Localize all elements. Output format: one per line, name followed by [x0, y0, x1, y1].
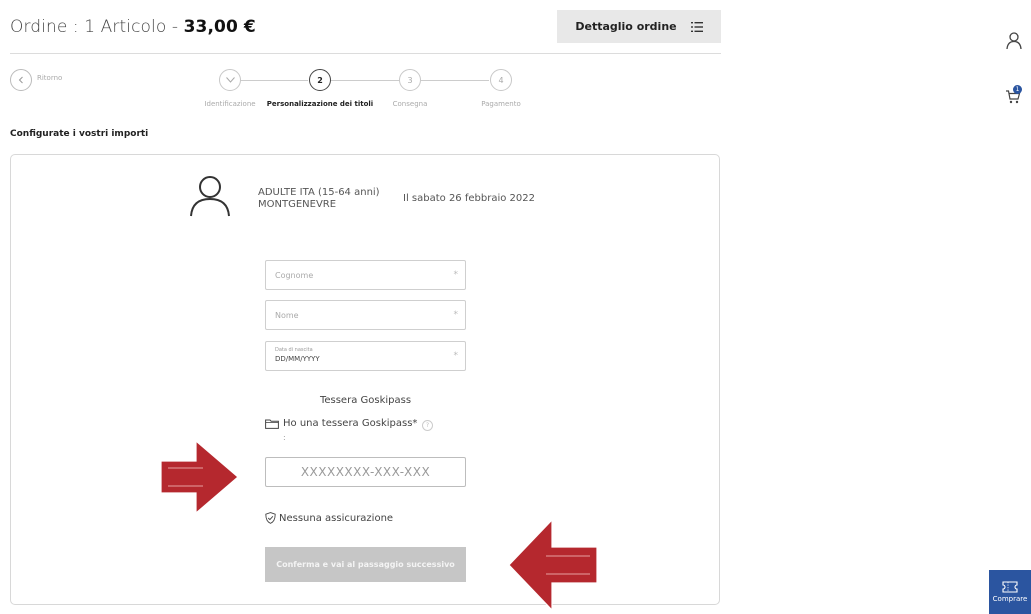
- configuration-card: [10, 154, 720, 605]
- buy-label: Comprare: [992, 595, 1028, 603]
- arrow-right-annotation-icon: [160, 439, 239, 515]
- back-button[interactable]: [10, 69, 32, 91]
- confirm-next-button[interactable]: Conferma e vai al passaggio successivo: [265, 547, 466, 582]
- step-payment: 4: [490, 69, 512, 91]
- insurance-label: Nessuna assicurazione: [279, 512, 394, 524]
- required-mark: *: [453, 310, 459, 320]
- help-icon[interactable]: ?: [422, 420, 433, 431]
- step-identification[interactable]: [219, 69, 241, 91]
- list-icon: [690, 21, 703, 32]
- step-delivery: 3: [399, 69, 421, 91]
- birthdate-field[interactable]: Data di nascita DD/MM/YYYY *: [265, 341, 466, 371]
- order-summary-prefix: Ordine : 1 Articolo -: [10, 17, 184, 37]
- step-label-delivery: Consegna: [392, 100, 428, 108]
- step-connector: [331, 80, 399, 81]
- required-mark: *: [453, 351, 459, 361]
- step-connector: [421, 80, 489, 81]
- product-name: ADULTE ITA (15-64 anni): [258, 187, 380, 198]
- chevron-left-icon: [18, 76, 23, 84]
- surname-placeholder: Cognome: [275, 271, 314, 280]
- goskipass-title: Tessera Goskipass: [319, 395, 412, 406]
- insurance-option[interactable]: Nessuna assicurazione: [265, 512, 393, 524]
- cart-count-badge: 1: [1013, 85, 1022, 94]
- birthdate-label: Data di nascita: [275, 347, 313, 353]
- shield-check-icon: [265, 512, 276, 524]
- colon-mark: :: [283, 433, 286, 442]
- name-field[interactable]: Nome *: [265, 300, 466, 330]
- card-folder-icon: [265, 419, 279, 429]
- goskipass-checkbox-label: Ho una tessera Goskipass*: [283, 418, 418, 429]
- arrow-left-annotation-icon: [508, 518, 598, 612]
- account-icon[interactable]: [1006, 32, 1022, 50]
- product-location: MONTGENEVRE: [258, 199, 337, 210]
- step-label-identification: Identificazione: [204, 100, 256, 108]
- step-label-payment: Pagamento: [481, 100, 521, 108]
- buy-button[interactable]: Comprare: [989, 570, 1031, 614]
- required-mark: *: [453, 270, 459, 280]
- goskipass-checkbox[interactable]: Ho una tessera Goskipass*: [265, 418, 417, 429]
- ticket-icon: [1002, 581, 1018, 593]
- order-detail-label: Dettaglio ordine: [575, 20, 677, 33]
- back-label[interactable]: Ritorno: [37, 74, 62, 82]
- surname-field[interactable]: Cognome *: [265, 260, 466, 290]
- step-connector: [240, 80, 308, 81]
- birthdate-placeholder: DD/MM/YYYY: [275, 355, 320, 363]
- check-icon: [225, 77, 235, 83]
- product-date: Il sabato 26 febbraio 2022: [403, 193, 535, 204]
- order-summary-title: Ordine : 1 Articolo - 33,00 €: [10, 17, 256, 37]
- order-total-price: 33,00 €: [183, 17, 256, 37]
- user-icon: [190, 176, 230, 217]
- section-title: Configurate i vostri importi: [10, 129, 149, 139]
- order-detail-button[interactable]: Dettaglio ordine: [557, 10, 721, 43]
- step-label-personalization: Personalizzazione dei titoli: [266, 100, 374, 108]
- name-placeholder: Nome: [275, 311, 299, 320]
- step-personalization[interactable]: 2: [309, 69, 331, 91]
- goskipass-number-input[interactable]: XXXXXXXX-XXX-XXX: [265, 457, 466, 487]
- header-divider: [10, 53, 721, 54]
- cart-button[interactable]: 1: [1005, 85, 1027, 105]
